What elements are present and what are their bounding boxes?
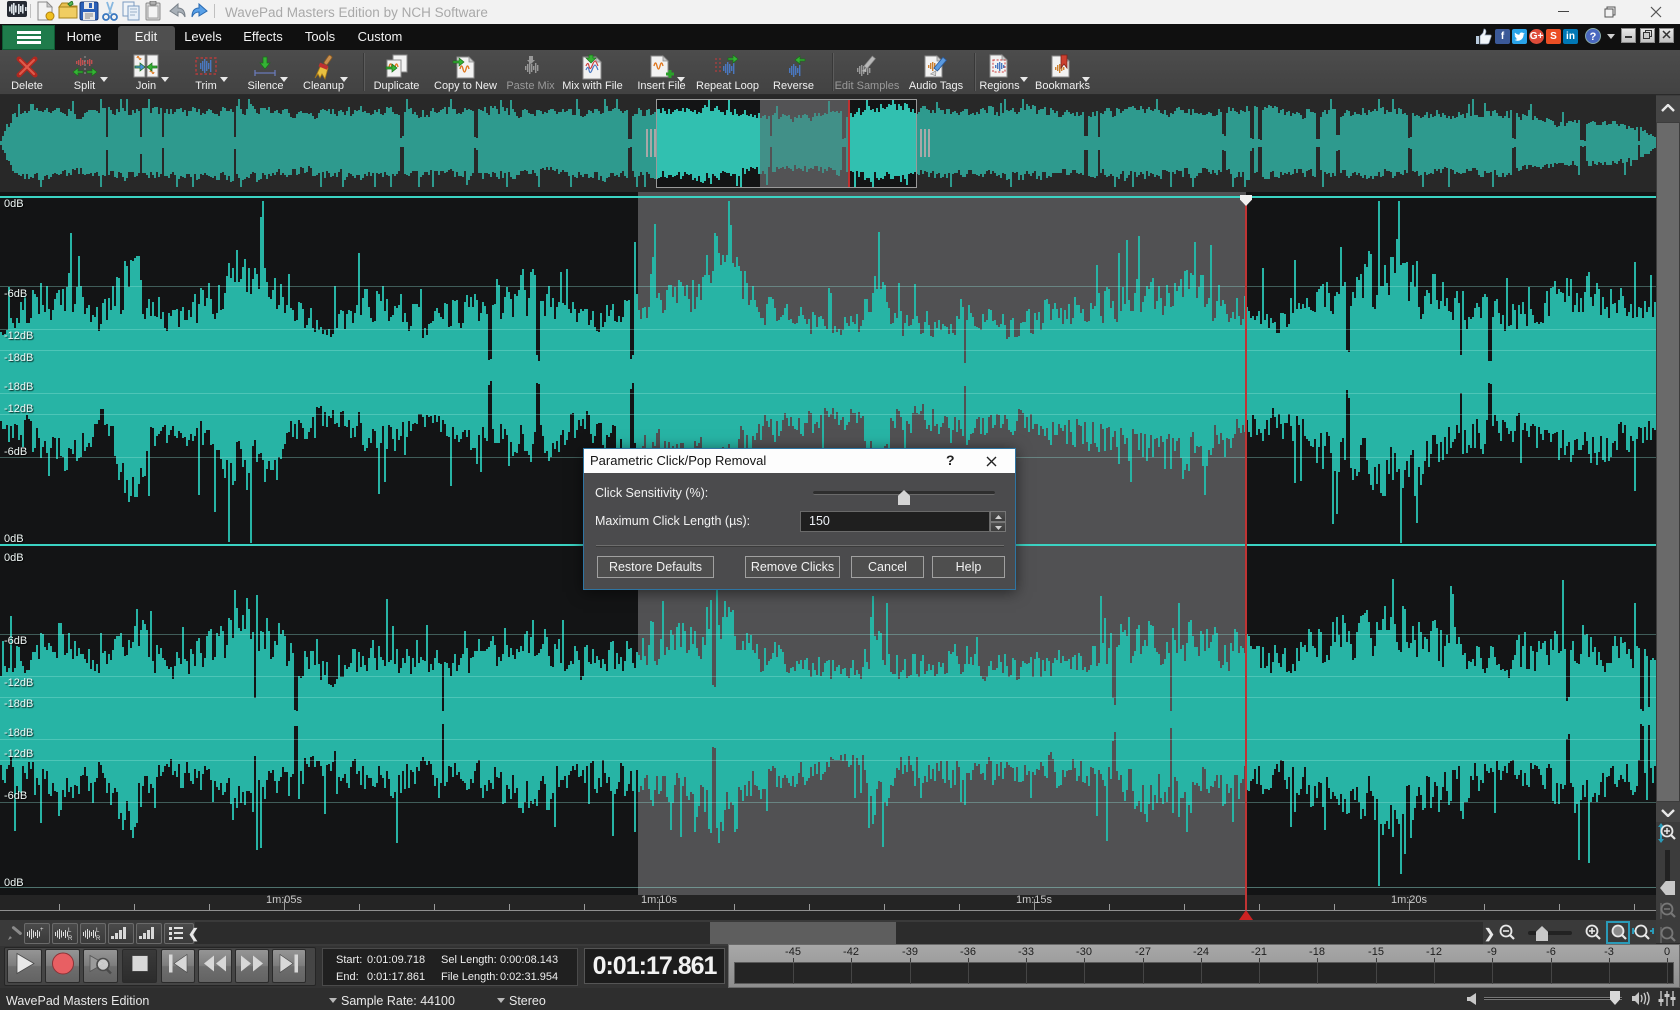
svg-text:R: R bbox=[96, 936, 101, 942]
svg-text:L: L bbox=[96, 928, 100, 934]
svg-text:+: + bbox=[40, 927, 44, 933]
svg-text:L: L bbox=[68, 928, 72, 934]
svg-text:R: R bbox=[68, 936, 73, 942]
